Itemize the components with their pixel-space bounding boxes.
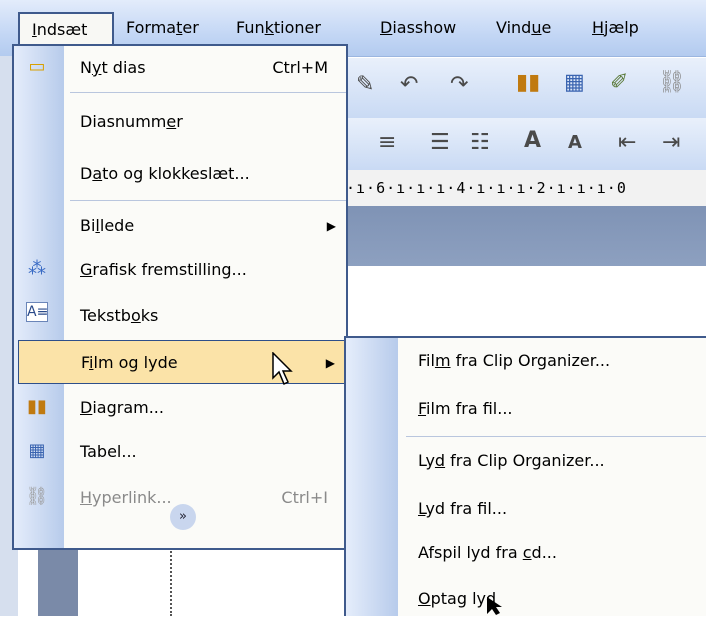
chart-icon: ▮▮: [27, 396, 47, 417]
menu-insert-label: Indsæt: [32, 20, 88, 39]
table-icon: ▦: [28, 440, 46, 461]
menu-item-new-slide[interactable]: Nyt dias Ctrl+M: [64, 46, 346, 90]
shortcut-label: Ctrl+I: [281, 488, 328, 507]
menu-help-label: Hjælp: [592, 18, 639, 37]
menu-item-label: Grafisk fremstilling...: [80, 260, 247, 279]
menu-insert[interactable]: Indsæt: [18, 12, 114, 46]
menu-slideshow[interactable]: Diasshow: [380, 12, 456, 44]
menu-separator: [70, 200, 346, 201]
menu-item-label: Optag lyd: [418, 589, 497, 608]
menu-tools-label: Funktioner: [236, 18, 321, 37]
menu-item-hyperlink[interactable]: Hyperlink... Ctrl+I: [64, 476, 346, 520]
menu-item-slide-number[interactable]: Diasnummer: [64, 100, 346, 144]
menu-slideshow-label: Diasshow: [380, 18, 457, 37]
menu-icon-rail: [346, 338, 398, 616]
slide-title-band: [346, 206, 706, 266]
menu-item-label: Nyt dias: [80, 58, 146, 77]
textbox-icon: A≡: [26, 302, 49, 322]
submenu-item-movie-file[interactable]: Film fra fil...: [398, 388, 704, 430]
decrease-indent-icon[interactable]: ⇤: [618, 130, 636, 155]
formatting-toolbar: ≡ ☰ ☷ A A ⇤ ⇥: [346, 118, 706, 170]
menu-item-label: Film fra Clip Organizer...: [418, 351, 611, 370]
mouse-cursor-icon: [487, 597, 502, 615]
menu-item-date-time[interactable]: Dato og klokkeslæt...: [64, 152, 346, 196]
increase-font-icon[interactable]: A: [524, 128, 541, 153]
submenu-arrow-icon: ▶: [325, 356, 335, 370]
submenu-item-sound-file[interactable]: Lyd fra fil...: [398, 488, 704, 530]
shortcut-label: Ctrl+M: [272, 58, 328, 77]
expand-chevron-icon[interactable]: »: [170, 504, 196, 530]
submenu-item-record-sound[interactable]: Optag lyd: [398, 578, 704, 620]
menu-item-label: Diagram...: [80, 398, 164, 417]
menu-window-label: Vindue: [496, 18, 552, 37]
submenu-arrow-icon: ▶: [326, 219, 336, 233]
menu-item-textbox[interactable]: Tekstboks: [64, 294, 346, 338]
decrease-font-icon[interactable]: A: [568, 132, 582, 153]
increase-indent-icon[interactable]: ⇥: [662, 130, 680, 155]
submenu-item-movie-clip[interactable]: Film fra Clip Organizer...: [398, 340, 704, 382]
menu-separator: [70, 92, 346, 93]
menu-item-label: Dato og klokkeslæt...: [80, 164, 250, 183]
menu-separator: [406, 436, 706, 437]
org-chart-icon: ⁂: [28, 258, 46, 279]
menu-help[interactable]: Hjælp: [592, 12, 639, 44]
menu-item-label: Film og lyde: [81, 353, 178, 372]
numbering-icon[interactable]: ☰: [430, 130, 450, 155]
insert-menu: ▭ Nyt dias Ctrl+M Diasnummer Dato og klo…: [12, 44, 348, 550]
menu-item-label: Billede: [80, 216, 135, 235]
menu-item-picture[interactable]: Billede ▶: [64, 204, 346, 248]
menu-item-label: Lyd fra Clip Organizer...: [418, 451, 605, 470]
menu-icon-rail: [14, 46, 64, 548]
submenu-item-sound-clip[interactable]: Lyd fra Clip Organizer...: [398, 440, 704, 482]
menu-format[interactable]: Formater: [126, 12, 199, 44]
submenu-item-cd-audio[interactable]: Afspil lyd fra cd...: [398, 532, 704, 574]
menu-item-table[interactable]: Tabel...: [64, 430, 346, 474]
format-painter-icon[interactable]: ✎: [356, 72, 374, 97]
movies-sounds-submenu: Film fra Clip Organizer... Film fra fil.…: [344, 336, 706, 616]
menu-item-label: Tekstboks: [80, 306, 159, 325]
new-slide-icon: ▭: [28, 56, 46, 77]
menu-item-label: Tabel...: [80, 442, 137, 461]
redo-icon[interactable]: ↷: [450, 72, 468, 97]
menu-item-diagram[interactable]: Diagram...: [64, 386, 346, 430]
menu-window[interactable]: Vindue: [496, 12, 551, 44]
menu-item-movies-sounds[interactable]: Film og lyde ▶: [18, 340, 346, 384]
insert-table-icon[interactable]: ▦: [564, 70, 585, 95]
menu-item-label: Afspil lyd fra cd...: [418, 543, 557, 562]
align-right-icon[interactable]: ≡: [378, 130, 396, 155]
menu-item-label: Lyd fra fil...: [418, 499, 508, 518]
menu-item-label: Hyperlink...: [80, 488, 172, 507]
undo-icon[interactable]: ↶: [400, 72, 418, 97]
standard-toolbar: ✎ ↶ ↷ ▮▮ ▦ ✐ ⛓: [346, 58, 706, 118]
menu-item-org-chart[interactable]: Grafisk fremstilling...: [64, 248, 346, 292]
menu-tools[interactable]: Funktioner: [236, 12, 321, 44]
hyperlink-icon: ⛓: [25, 486, 49, 507]
menu-item-label: Film fra fil...: [418, 399, 513, 418]
mouse-cursor-icon: [272, 352, 293, 386]
tables-borders-icon[interactable]: ✐: [610, 70, 628, 95]
insert-hyperlink-icon[interactable]: ⛓: [658, 70, 686, 95]
horizontal-ruler: ·ı·6·ı·ı·ı·4·ı·ı·ı·2·ı·ı·ı·0: [346, 170, 706, 206]
menu-item-label: Diasnummer: [80, 112, 183, 131]
bullets-icon[interactable]: ☷: [470, 130, 490, 155]
menu-format-label: Formater: [126, 18, 199, 37]
insert-chart-icon[interactable]: ▮▮: [516, 70, 540, 95]
